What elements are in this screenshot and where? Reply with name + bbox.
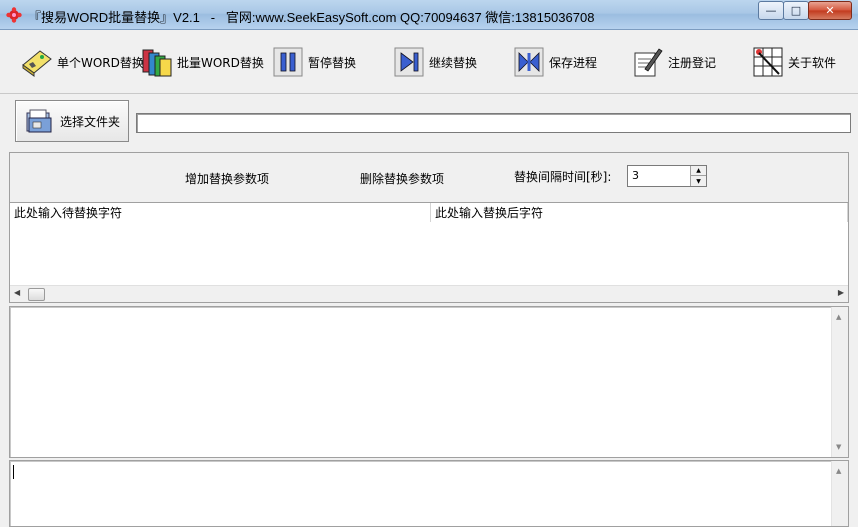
batch-books-icon: [142, 49, 172, 77]
select-folder-button[interactable]: 选择文件夹: [15, 100, 129, 142]
grid-horizontal-scrollbar[interactable]: ◀ ▶: [10, 285, 848, 302]
single-replace-button[interactable]: 单个WORD替换: [20, 44, 144, 80]
grid-column-target[interactable]: 此处输入替换后字符: [431, 203, 848, 222]
register-button[interactable]: 注册登记: [631, 44, 716, 80]
spinner-down-icon[interactable]: ▼: [691, 176, 706, 186]
pause-button[interactable]: 暂停替换: [271, 44, 356, 80]
interval-spinner[interactable]: ▲ ▼: [690, 166, 706, 186]
batch-replace-label: 批量WORD替换: [177, 55, 264, 70]
scroll-left-icon[interactable]: ◀: [14, 288, 20, 297]
status-textarea[interactable]: ▲: [9, 460, 849, 527]
folder-row: 选择文件夹: [0, 94, 858, 150]
single-replace-label: 单个WORD替换: [57, 55, 144, 70]
resume-label: 继续替换: [429, 55, 478, 70]
save-progress-label: 保存进程: [549, 55, 598, 70]
scroll-down-icon[interactable]: ▼: [836, 443, 841, 451]
log-textarea[interactable]: ▲ ▼: [9, 306, 849, 458]
save-progress-icon: [514, 47, 544, 77]
window-title: 『搜易WORD批量替换』V2.1 - 官网:www.SeekEasySoft.c…: [28, 10, 595, 25]
close-button[interactable]: ✕: [808, 1, 852, 20]
about-button[interactable]: 关于软件: [751, 44, 836, 80]
interval-label: 替换间隔时间[秒]:: [514, 170, 612, 184]
maximize-button[interactable]: □: [783, 1, 809, 20]
about-icon: [753, 47, 783, 77]
add-param-button[interactable]: 增加替换参数项: [185, 170, 269, 187]
pause-label: 暂停替换: [308, 55, 357, 70]
select-folder-label: 选择文件夹: [60, 114, 121, 129]
delete-param-button[interactable]: 删除替换参数项: [360, 170, 444, 187]
register-label: 注册登记: [668, 55, 717, 70]
toolbar: 单个WORD替换 批量WORD替换 暂停替换 继续替换 保存进程 注册登记 关于…: [0, 30, 858, 94]
status-vertical-scrollbar[interactable]: ▲: [831, 461, 848, 526]
single-word-icon: [22, 50, 52, 77]
folder-icon: [26, 109, 52, 133]
log-vertical-scrollbar[interactable]: ▲ ▼: [831, 307, 848, 457]
about-label: 关于软件: [788, 55, 837, 70]
register-pen-icon: [634, 48, 663, 77]
text-caret: [13, 465, 14, 479]
interval-value: 3: [632, 169, 639, 182]
params-bar: 增加替换参数项 删除替换参数项 替换间隔时间[秒]: 3 ▲ ▼: [9, 152, 849, 202]
title-bar: 『搜易WORD批量替换』V2.1 - 官网:www.SeekEasySoft.c…: [0, 0, 858, 30]
grid-header: 此处输入待替换字符 此处输入替换后字符: [10, 203, 848, 222]
resume-icon: [394, 47, 424, 77]
replacement-grid[interactable]: 此处输入待替换字符 此处输入替换后字符 ◀ ▶: [9, 202, 849, 303]
grid-column-source[interactable]: 此处输入待替换字符: [10, 203, 431, 222]
app-icon: [6, 7, 22, 23]
minimize-button[interactable]: —: [758, 1, 784, 20]
interval-input[interactable]: 3 ▲ ▼: [627, 165, 707, 187]
scroll-thumb[interactable]: [28, 288, 45, 301]
save-progress-button[interactable]: 保存进程: [512, 44, 597, 80]
scroll-right-icon[interactable]: ▶: [838, 288, 844, 297]
batch-replace-button[interactable]: 批量WORD替换: [140, 44, 264, 80]
scroll-up-icon[interactable]: ▲: [836, 313, 841, 321]
folder-path-field[interactable]: [136, 113, 851, 133]
status-scroll-up-icon[interactable]: ▲: [836, 467, 841, 475]
pause-icon: [273, 47, 303, 77]
resume-button[interactable]: 继续替换: [392, 44, 477, 80]
spinner-up-icon[interactable]: ▲: [691, 166, 706, 176]
